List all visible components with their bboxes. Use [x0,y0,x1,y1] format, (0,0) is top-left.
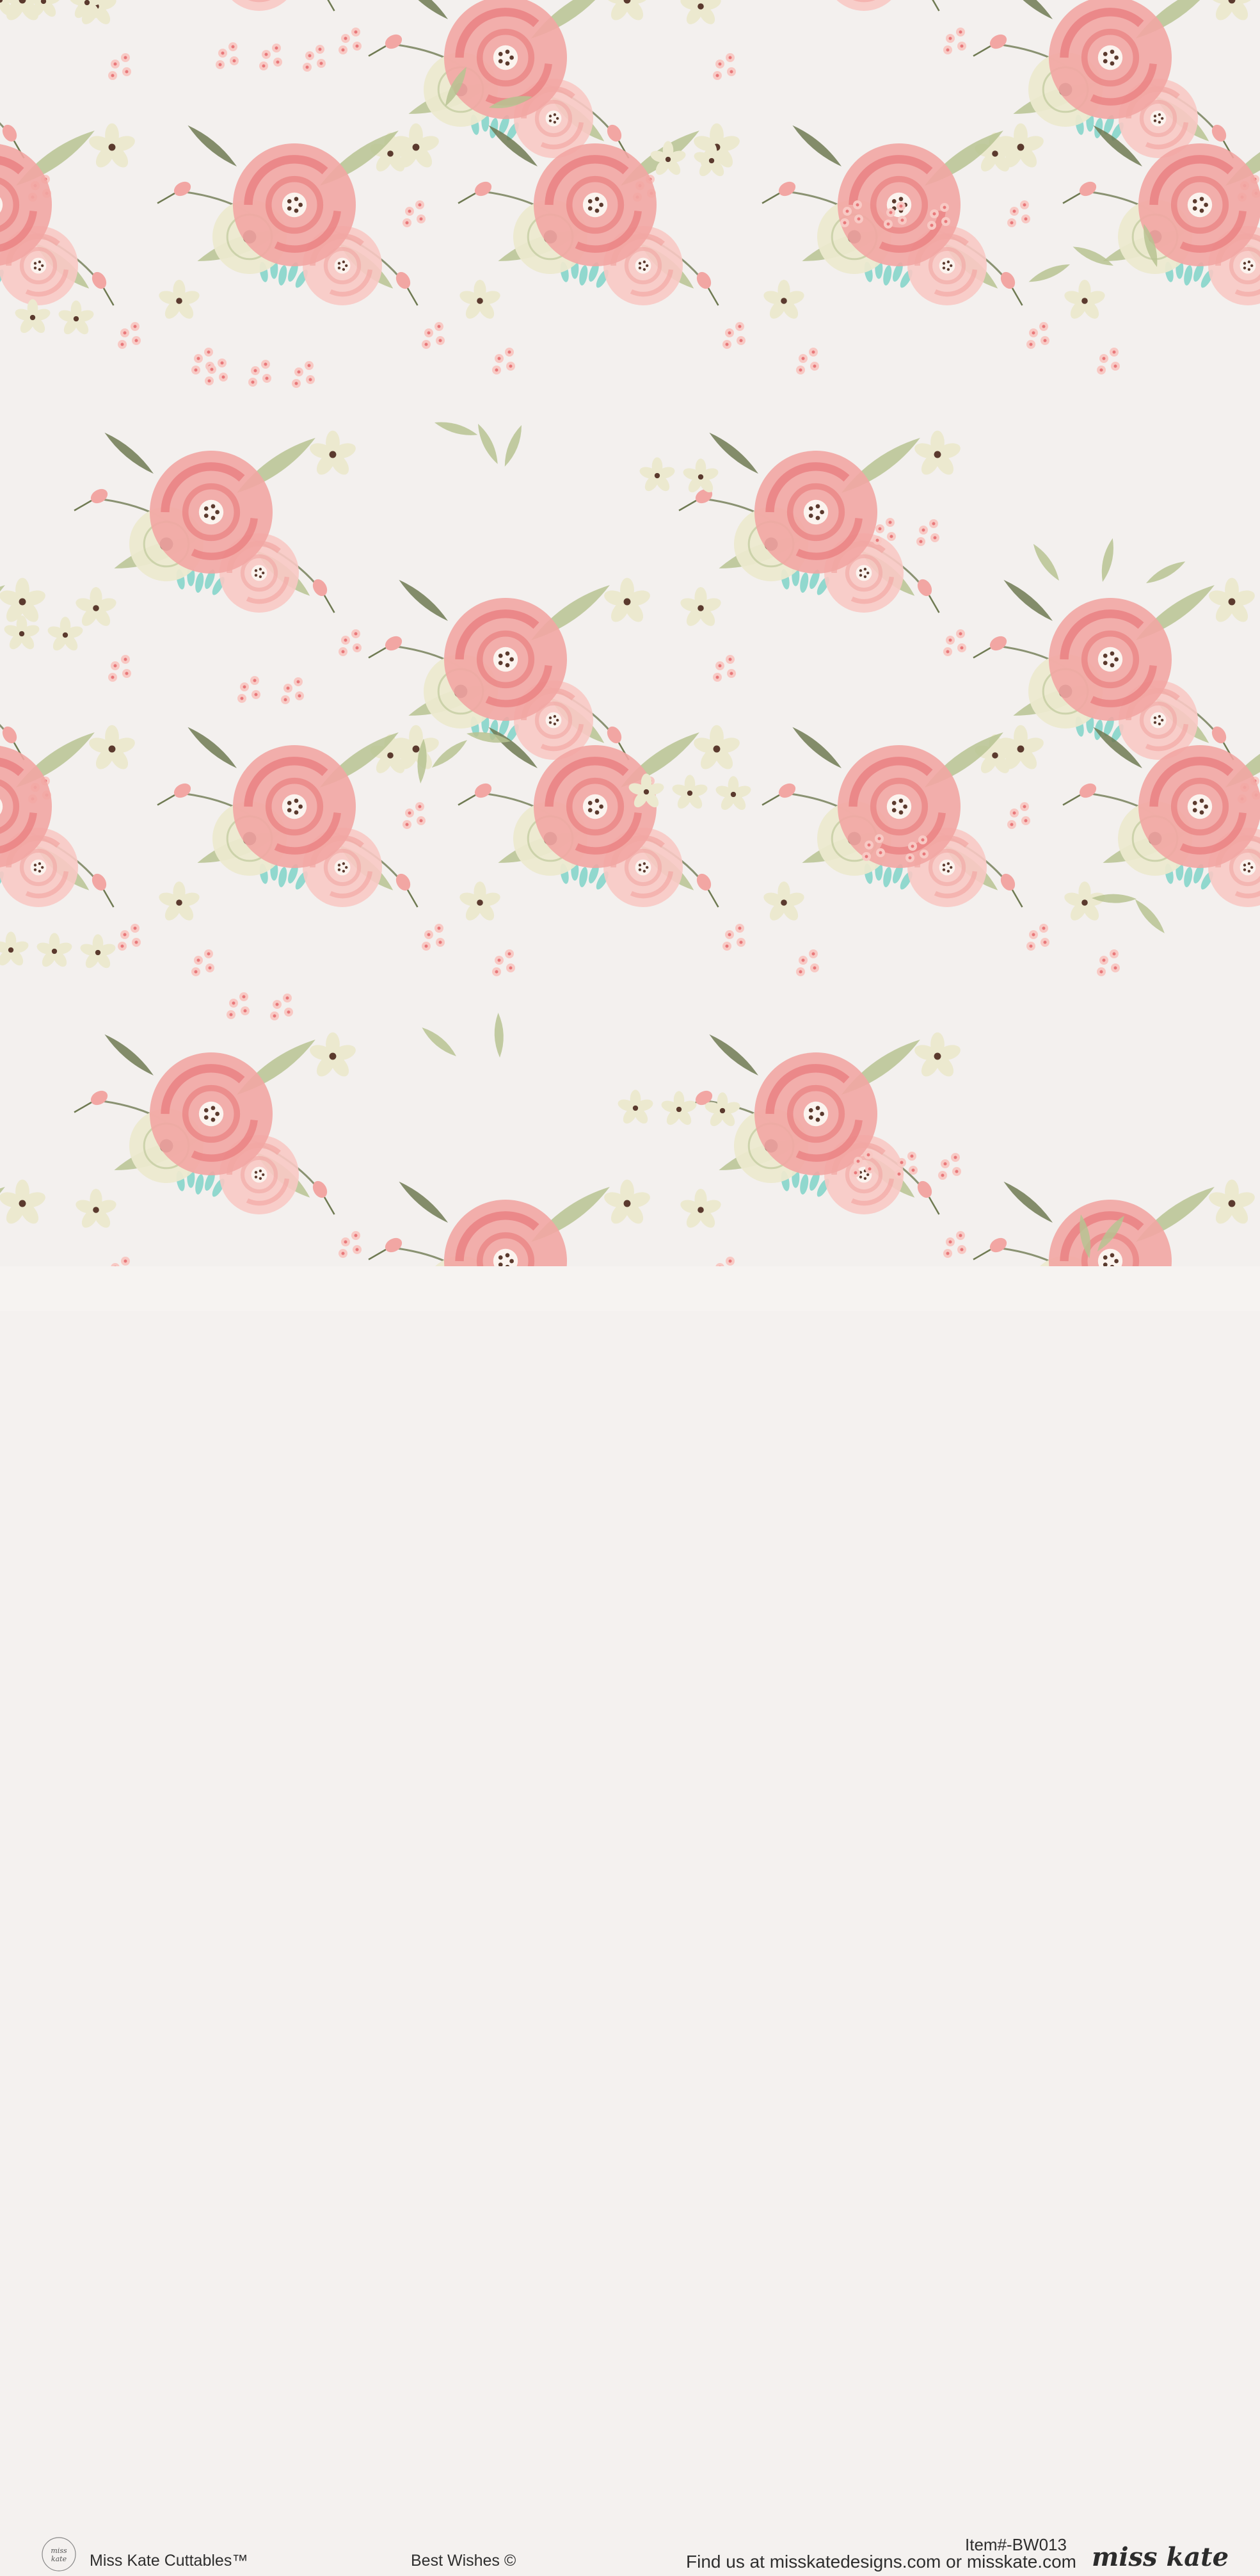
rose-flower [150,451,273,574]
rose-flower [233,745,356,868]
rose-flower [1049,598,1172,721]
rose-flower [1138,143,1260,266]
brand-mark-logo: miss kate [33,2535,84,2573]
rose-flower [1049,0,1172,119]
footer-bar: miss kate Miss Kate Cuttables™ Best Wish… [0,1266,1260,1311]
rose-flower [534,143,657,266]
signature-logo: miss kate [1088,2536,1235,2576]
brand-name-text: Miss Kate Cuttables™ [90,2552,248,2570]
rose-flower [444,598,567,721]
rose-flower [233,143,356,266]
website-text: Find us at misskatedesigns.com or misska… [686,2552,1076,2572]
collection-name-text: Best Wishes © [411,2552,516,2570]
rose-flower [150,1052,273,1175]
floral-pattern-background [0,0,1260,1266]
rose-flower [754,451,877,574]
floral-pattern-svg [0,0,1260,1266]
rose-flower [838,745,961,868]
rose-flower [1138,745,1260,868]
